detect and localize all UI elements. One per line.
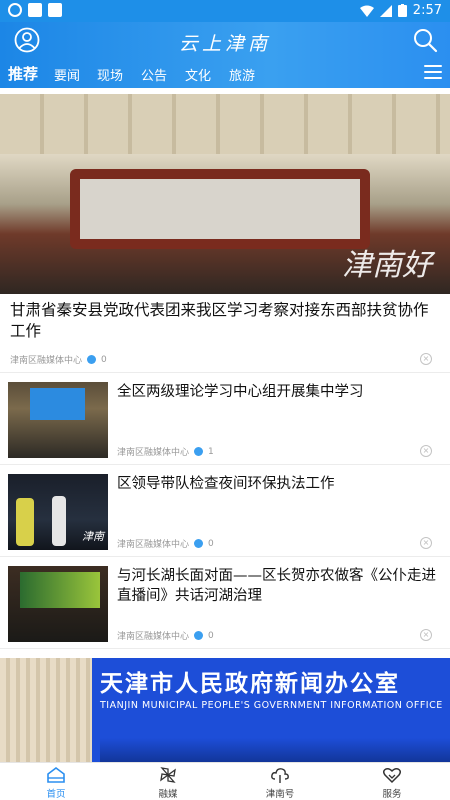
wifi-icon: [359, 5, 374, 17]
like-icon: [194, 539, 204, 548]
news-meta: 津南区融媒体中心 1: [117, 445, 214, 459]
news-source: 津南区融媒体中心: [117, 632, 190, 642]
search-icon[interactable]: [412, 27, 438, 53]
category-tabs: 推荐 要闻 现场 公告 文化 旅游: [0, 60, 450, 88]
thumbnail-watermark: 津南: [82, 530, 104, 543]
tabbar-service[interactable]: 服务: [336, 766, 448, 800]
home-icon: [47, 767, 65, 783]
like-icon: [87, 355, 97, 364]
divider: [0, 648, 450, 649]
handshake-heart-icon: [382, 768, 402, 784]
divider: [0, 464, 450, 465]
dismiss-icon[interactable]: ×: [420, 537, 432, 549]
news-headline[interactable]: 区领导带队检查夜间环保执法工作: [117, 474, 442, 494]
news-headline[interactable]: 与河长湖长面对面——区长贺亦农做客《公仆走进直播间》共话河湖治理: [117, 566, 442, 606]
hero-headline[interactable]: 甘肃省秦安县党政代表团来我区学习考察对接东西部扶贫协作工作: [10, 300, 440, 342]
hero-watermark: 津南好: [342, 248, 432, 283]
news-source: 津南区融媒体中心: [117, 540, 190, 550]
status-notification-icons: [8, 3, 62, 17]
news-feed[interactable]: 津南好 甘肃省秦安县党政代表团来我区学习考察对接东西部扶贫协作工作 津南区融媒体…: [0, 94, 450, 762]
tabbar-home[interactable]: 首页: [0, 766, 112, 800]
tab-culture[interactable]: 文化: [185, 65, 211, 84]
status-time: 2:57: [412, 3, 442, 18]
dismiss-icon[interactable]: ×: [420, 629, 432, 641]
app-title: 云上津南: [178, 33, 271, 55]
tabbar-jinnanhao[interactable]: 津南号: [224, 766, 336, 800]
tab-recommend[interactable]: 推荐: [8, 63, 38, 84]
tabbar-label: 津南号: [265, 789, 295, 800]
news-thumbnail[interactable]: [8, 566, 108, 642]
signal-icon: [379, 4, 392, 17]
status-system-icons: 2:57: [359, 3, 442, 18]
bottom-tabbar: 首页 融媒 津南号 服务: [0, 762, 450, 800]
divider: [0, 372, 450, 373]
battery-icon: [397, 4, 407, 17]
hero-image[interactable]: 津南好: [0, 94, 450, 294]
status-square-icon: [28, 3, 42, 17]
like-icon: [194, 631, 204, 640]
news-meta: 津南区融媒体中心 0: [117, 629, 214, 643]
news-source: 津南区融媒体中心: [117, 448, 190, 458]
press-banner[interactable]: 天津市人民政府新闻办公室 TIANJIN MUNICIPAL PEOPLE'S …: [0, 658, 450, 762]
tab-news[interactable]: 要闻: [54, 65, 80, 84]
divider: [0, 556, 450, 557]
like-count: 0: [101, 354, 107, 365]
like-count: 0: [208, 630, 214, 641]
cloud-icon: [271, 768, 289, 783]
like-icon: [194, 447, 204, 456]
tabbar-label: 服务: [382, 789, 402, 800]
news-thumbnail[interactable]: 津南: [8, 474, 108, 550]
news-meta: 津南区融媒体中心 0: [117, 537, 214, 551]
status-bar: 2:57: [0, 0, 450, 22]
like-count: 0: [208, 538, 214, 549]
tabbar-label: 首页: [46, 789, 66, 800]
tab-notice[interactable]: 公告: [141, 65, 167, 84]
app-header: 云上津南: [0, 22, 450, 60]
pinwheel-icon: [160, 767, 176, 783]
tab-live[interactable]: 现场: [97, 65, 123, 84]
news-thumbnail[interactable]: [8, 382, 108, 458]
tab-travel[interactable]: 旅游: [229, 65, 255, 84]
menu-icon[interactable]: [424, 65, 442, 81]
like-count: 1: [208, 446, 214, 457]
status-square-icon-2: [48, 3, 62, 17]
banner-title: 天津市人民政府新闻办公室: [100, 671, 400, 697]
dismiss-icon[interactable]: ×: [420, 353, 432, 365]
tabbar-label: 融媒: [158, 789, 178, 800]
news-source: 津南区融媒体中心: [10, 356, 83, 366]
news-headline[interactable]: 全区两级理论学习中心组开展集中学习: [117, 382, 442, 402]
dismiss-icon[interactable]: ×: [420, 445, 432, 457]
status-app-icon: [8, 3, 22, 17]
hero-meta: 津南区融媒体中心 0: [10, 353, 107, 367]
tabbar-media[interactable]: 融媒: [112, 766, 224, 800]
banner-subtitle: TIANJIN MUNICIPAL PEOPLE'S GOVERNMENT IN…: [100, 700, 443, 711]
